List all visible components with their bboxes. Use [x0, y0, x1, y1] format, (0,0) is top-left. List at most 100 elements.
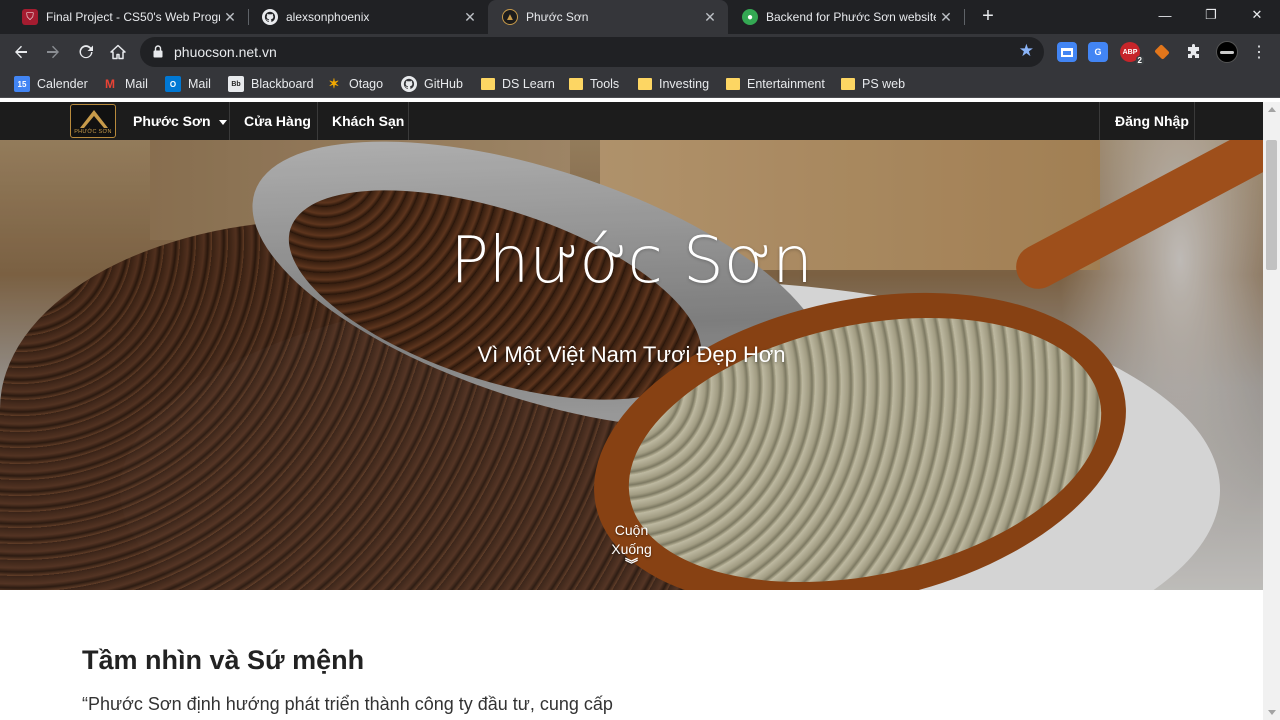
puzzle-extensions-icon[interactable]	[1184, 42, 1204, 62]
google-calendar-icon: 15	[14, 76, 30, 92]
restore-window-button[interactable]: ❐	[1188, 0, 1234, 30]
github-icon	[401, 76, 417, 92]
bookmark-label: Calender	[37, 77, 88, 91]
tab-close-icon[interactable]: ✕	[460, 9, 480, 26]
hero-banner: Phước Sơn Vì Một Việt Nam Tươi Đẹp Hơn C…	[0, 140, 1263, 590]
scroll-hint-line1: Cuộn	[614, 522, 649, 538]
bookmark-folder-investing[interactable]: Investing	[638, 75, 709, 93]
profile-avatar-icon[interactable]	[1216, 41, 1238, 63]
bookmark-blackboard[interactable]: Bb Blackboard	[228, 75, 314, 93]
bookmark-star-icon[interactable]: ★	[1019, 41, 1034, 61]
otago-icon: ✶	[328, 76, 340, 91]
bookmark-label: Tools	[590, 77, 620, 91]
site-navbar: PHƯỚC SƠN Phước Sơn Cửa Hàng Khách Sạn Đ…	[0, 102, 1263, 140]
page-viewport: PHƯỚC SƠN Phước Sơn Cửa Hàng Khách Sạn Đ…	[0, 102, 1280, 720]
bookmark-github[interactable]: GitHub	[401, 75, 463, 93]
vision-mission-text: “Phước Sơn định hướng phát triển thành c…	[82, 694, 613, 714]
folder-icon	[638, 78, 652, 90]
double-chevron-down-icon: ︾	[624, 557, 638, 572]
adblock-label: ABP	[1122, 48, 1138, 56]
tab-title: Final Project - CS50's Web Progra	[46, 10, 220, 24]
tab-phuoc-son[interactable]: ▲ Phước Sơn ✕	[488, 0, 728, 34]
folder-icon	[841, 78, 855, 90]
browser-menu-kebab-icon[interactable]: ⋮	[1245, 38, 1273, 66]
hero-subtitle: Vì Một Việt Nam Tươi Đẹp Hơn	[477, 342, 786, 367]
caret-down-icon	[218, 119, 227, 125]
nav-divider	[408, 102, 409, 140]
nav-khach-san[interactable]: Khách Sạn	[332, 113, 404, 129]
bookmark-label: Investing	[659, 77, 710, 91]
bookmark-label: DS Learn	[502, 77, 555, 91]
tab-close-icon[interactable]: ✕	[220, 9, 240, 26]
back-button[interactable]	[7, 38, 35, 66]
nav-phuoc-son-dropdown[interactable]: Phước Sơn	[133, 113, 227, 129]
bookmarks-bar: 15 Calender M Mail O Mail Bb Blackboard …	[0, 70, 1280, 98]
hero-title: Phước Sơn	[450, 224, 813, 298]
nav-dang-nhap[interactable]: Đăng Nhập	[1115, 113, 1189, 129]
nav-divider	[229, 102, 230, 140]
bookmark-folder-entertainment[interactable]: Entertainment	[726, 75, 825, 93]
nav-divider	[317, 102, 318, 140]
bookmark-folder-tools[interactable]: Tools	[569, 75, 619, 93]
tab-title: alexsonphoenix	[286, 10, 370, 24]
reload-button[interactable]	[72, 38, 100, 66]
nav-cua-hang[interactable]: Cửa Hàng	[244, 113, 311, 129]
tab-cs50-final-project[interactable]: ⛉ Final Project - CS50's Web Progra ✕	[8, 0, 248, 34]
bookmark-label: PS web	[862, 77, 906, 91]
folder-icon	[726, 78, 740, 90]
adblock-icon[interactable]: ABP 2	[1120, 42, 1144, 65]
bookmark-outlook-mail[interactable]: O Mail	[165, 75, 211, 93]
adblock-badge: 2	[1135, 56, 1144, 65]
tab-manager-extension-icon[interactable]	[1057, 42, 1077, 62]
minimize-window-button[interactable]: —	[1142, 0, 1188, 30]
tab-title: Backend for Phước Sơn website	[766, 10, 936, 24]
google-translate-icon[interactable]: G	[1088, 42, 1108, 62]
github-icon	[262, 9, 278, 25]
phuoc-son-favicon: ▲	[502, 9, 518, 25]
tab-github-alexsonphoenix[interactable]: alexsonphoenix ✕	[248, 0, 488, 34]
home-icon	[110, 44, 126, 60]
tab-title: Phước Sơn	[526, 10, 589, 24]
bookmark-label: Entertainment	[747, 77, 825, 91]
tab-backend-phuoc-son[interactable]: ● Backend for Phước Sơn website ✕	[728, 0, 964, 34]
reload-icon	[79, 45, 93, 59]
url-text: phuocson.net.vn	[174, 44, 277, 60]
bookmark-folder-ds-learn[interactable]: DS Learn	[481, 75, 555, 93]
scrollbar-thumb[interactable]	[1266, 140, 1277, 270]
bookmark-gmail[interactable]: M Mail	[102, 75, 148, 93]
bookmark-label: GitHub	[424, 77, 463, 91]
close-window-button[interactable]: ✕	[1234, 0, 1280, 30]
scroll-down-arrow-icon[interactable]	[1268, 710, 1276, 715]
outlook-icon: O	[165, 76, 181, 92]
harvard-shield-icon: ⛉	[22, 9, 38, 25]
tab-separator	[964, 9, 965, 25]
tab-close-icon[interactable]: ✕	[700, 9, 720, 26]
green-globe-icon: ●	[742, 9, 758, 25]
bookmark-label: Otago	[349, 77, 384, 91]
browser-tab-strip: ⛉ Final Project - CS50's Web Progra ✕ al…	[0, 0, 1280, 34]
forward-button[interactable]	[39, 38, 67, 66]
bookmark-label: Blackboard	[251, 77, 314, 91]
page-scrollbar[interactable]	[1263, 102, 1280, 720]
bookmark-label: Mail	[125, 77, 148, 91]
phuoc-son-logo[interactable]: PHƯỚC SƠN	[70, 104, 116, 138]
folder-icon	[481, 78, 495, 90]
forward-arrow-icon	[47, 45, 59, 59]
tab-close-icon[interactable]: ✕	[936, 9, 956, 26]
scroll-down-link[interactable]: Cuộn Xuống ︾	[580, 521, 683, 572]
bookmark-folder-ps-web[interactable]: PS web	[841, 75, 905, 93]
back-arrow-icon	[15, 45, 27, 59]
logo-text: PHƯỚC SƠN	[74, 129, 112, 135]
folder-icon	[569, 78, 583, 90]
scroll-up-arrow-icon[interactable]	[1268, 107, 1276, 112]
address-bar[interactable]: phuocson.net.vn ★	[140, 37, 1044, 67]
home-button[interactable]	[104, 38, 132, 66]
nav-divider	[1099, 102, 1100, 140]
nav-divider	[1194, 102, 1195, 140]
bookmark-otago[interactable]: ✶ Otago	[326, 75, 384, 93]
new-tab-button[interactable]: +	[976, 4, 1000, 28]
bookmark-calender[interactable]: 15 Calender	[14, 75, 88, 93]
nav-label: Phước Sơn	[133, 113, 211, 129]
metamask-extension-icon[interactable]	[1152, 42, 1172, 62]
blackboard-icon: Bb	[228, 76, 244, 92]
